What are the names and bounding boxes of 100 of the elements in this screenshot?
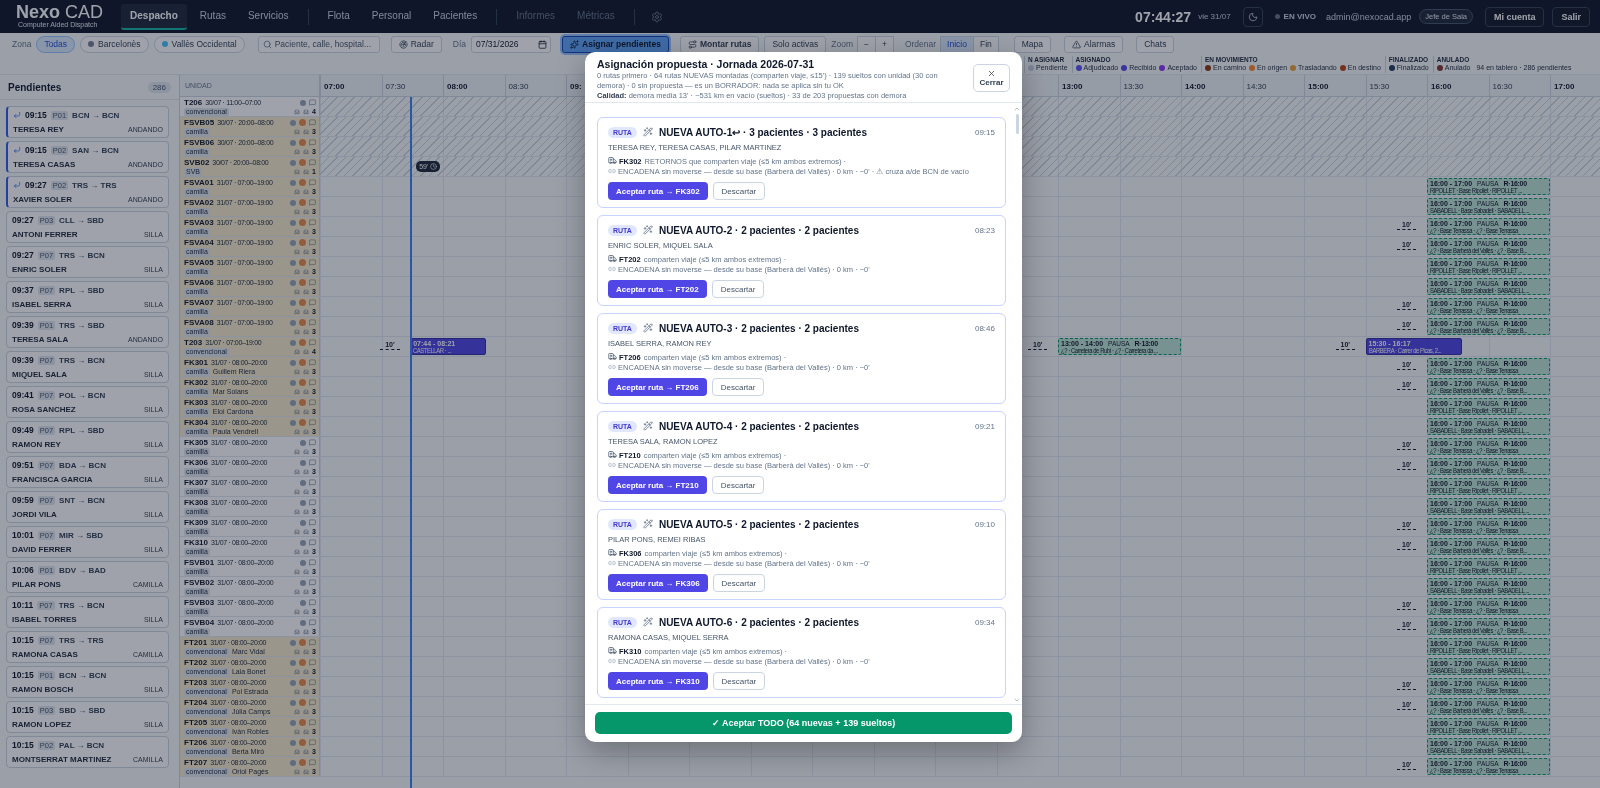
chat-icon[interactable] bbox=[309, 699, 316, 706]
zone-chip[interactable]: Todas bbox=[36, 35, 76, 53]
chat-icon[interactable] bbox=[309, 119, 316, 126]
seat-icon bbox=[303, 208, 310, 215]
account-button[interactable]: Salir bbox=[1552, 6, 1590, 27]
pickup-time: 09:39 bbox=[12, 355, 34, 365]
seat-icon bbox=[303, 568, 310, 575]
chat-icon[interactable] bbox=[309, 539, 316, 546]
accept-route-button[interactable]: Aceptar ruta → FT210 bbox=[608, 476, 707, 494]
chat-icon[interactable] bbox=[309, 759, 316, 766]
chat-icon[interactable] bbox=[309, 679, 316, 686]
date-field[interactable]: 07/31/2026 bbox=[471, 35, 552, 53]
link-icon bbox=[608, 559, 616, 567]
zone-label: Zona bbox=[12, 39, 32, 49]
search-field[interactable]: Paciente, calle, hospital... bbox=[257, 35, 380, 53]
chat-icon[interactable] bbox=[309, 99, 316, 106]
radar-button[interactable]: Radar bbox=[390, 35, 442, 53]
active-filter-button[interactable]: Solo activas bbox=[764, 35, 827, 53]
chat-icon[interactable] bbox=[309, 479, 316, 486]
sort-option[interactable]: Fin bbox=[972, 35, 999, 53]
chat-icon[interactable] bbox=[309, 179, 316, 186]
chat-icon[interactable] bbox=[309, 139, 316, 146]
chat-icon[interactable] bbox=[309, 199, 316, 206]
zoom-in-button[interactable]: + bbox=[874, 35, 894, 53]
seat-icon bbox=[303, 388, 310, 395]
chats-button[interactable]: Chats bbox=[1136, 35, 1175, 53]
nav-tab[interactable]: Personal bbox=[362, 3, 421, 30]
chat-icon[interactable] bbox=[309, 579, 316, 586]
discard-button[interactable]: Descartar bbox=[712, 574, 766, 592]
accept-route-button[interactable]: Aceptar ruta → FK306 bbox=[608, 574, 708, 592]
nav-tab[interactable]: Servicios bbox=[238, 3, 298, 30]
nav-tab[interactable]: Despacho bbox=[121, 3, 187, 30]
unit-code: FT203 bbox=[184, 678, 208, 687]
accept-all-button[interactable]: ✓ Aceptar TODO (64 nuevas + 139 sueltos) bbox=[595, 712, 1012, 734]
route-text: TRS → SBD bbox=[59, 320, 105, 330]
zone-chip[interactable]: Barcelonès bbox=[80, 35, 149, 53]
zoom-out-button[interactable]: − bbox=[857, 35, 876, 53]
chat-icon[interactable] bbox=[309, 259, 316, 266]
chat-icon[interactable] bbox=[309, 659, 316, 666]
chat-icon[interactable] bbox=[309, 419, 316, 426]
unit-code: FK306 bbox=[184, 458, 208, 467]
discard-button[interactable]: Descartar bbox=[712, 182, 766, 200]
chat-icon[interactable] bbox=[309, 399, 316, 406]
chat-icon[interactable] bbox=[309, 719, 316, 726]
chat-icon[interactable] bbox=[309, 599, 316, 606]
alarms-button[interactable]: Alarmas bbox=[1064, 35, 1124, 53]
scroll-down-icon[interactable] bbox=[1013, 696, 1021, 704]
seat-icon bbox=[294, 768, 301, 775]
route-text: BDV → BAD bbox=[59, 565, 106, 575]
route-icon bbox=[687, 39, 697, 49]
chat-icon[interactable] bbox=[309, 439, 316, 446]
dialog-title: Asignación propuesta · Jornada 2026-07-31 bbox=[597, 58, 816, 71]
discard-button[interactable]: Descartar bbox=[711, 378, 765, 396]
chat-icon[interactable] bbox=[309, 459, 316, 466]
alert-dot bbox=[299, 659, 306, 666]
account-button[interactable]: Mi cuenta bbox=[1484, 6, 1545, 27]
discard-button[interactable]: Descartar bbox=[712, 672, 766, 690]
chat-icon[interactable] bbox=[309, 299, 316, 306]
chat-icon[interactable] bbox=[309, 319, 316, 326]
accept-route-button[interactable]: Aceptar ruta → FT202 bbox=[608, 280, 707, 298]
nav-tab[interactable]: Pacientes bbox=[424, 3, 487, 30]
close-button[interactable]: Cerrar bbox=[973, 64, 1010, 92]
chat-icon[interactable] bbox=[309, 379, 316, 386]
sort-option[interactable]: Inicio bbox=[940, 35, 974, 53]
chat-icon[interactable] bbox=[309, 239, 316, 246]
settings-icon[interactable] bbox=[650, 10, 663, 23]
discard-button[interactable]: Descartar bbox=[711, 476, 765, 494]
chat-icon[interactable] bbox=[309, 739, 316, 746]
zone-chip[interactable]: Vallès Occidental bbox=[153, 35, 245, 53]
seat-icon bbox=[294, 688, 301, 695]
chat-icon[interactable] bbox=[309, 639, 316, 646]
chat-icon[interactable] bbox=[309, 519, 316, 526]
accept-route-button[interactable]: Aceptar ruta → FK302 bbox=[608, 182, 708, 200]
nav-tab[interactable]: Flota bbox=[318, 3, 359, 30]
theme-toggle-button[interactable] bbox=[1242, 6, 1263, 27]
seat-icon bbox=[303, 628, 310, 635]
seat-icon bbox=[303, 508, 310, 515]
status-dot bbox=[290, 179, 296, 186]
chat-icon[interactable] bbox=[309, 339, 316, 346]
map-button[interactable]: Mapa bbox=[1013, 35, 1052, 53]
discard-button[interactable]: Descartar bbox=[711, 280, 765, 298]
return-icon bbox=[13, 146, 21, 154]
status-dot bbox=[300, 499, 306, 506]
scroll-up-icon[interactable] bbox=[1013, 105, 1021, 113]
nav-tab[interactable]: Rutas bbox=[190, 3, 235, 30]
accept-route-button[interactable]: Aceptar ruta → FK310 bbox=[608, 672, 708, 690]
chat-icon[interactable] bbox=[309, 499, 316, 506]
time-tick: 08:00 bbox=[447, 82, 468, 91]
chat-icon[interactable] bbox=[309, 359, 316, 366]
unit-code: FT205 bbox=[184, 718, 208, 727]
chat-icon[interactable] bbox=[309, 619, 316, 626]
build-routes-button[interactable]: Montar rutas bbox=[679, 35, 760, 53]
chat-icon[interactable] bbox=[309, 219, 316, 226]
seat-icon bbox=[303, 688, 310, 695]
assign-button[interactable]: Asignar pendientes bbox=[562, 35, 669, 53]
chat-icon[interactable] bbox=[309, 279, 316, 286]
accept-route-button[interactable]: Aceptar ruta → FT206 bbox=[608, 378, 707, 396]
chat-icon[interactable] bbox=[309, 559, 316, 566]
patient-name: PILAR PONS bbox=[12, 580, 62, 589]
chat-icon[interactable] bbox=[309, 159, 316, 166]
